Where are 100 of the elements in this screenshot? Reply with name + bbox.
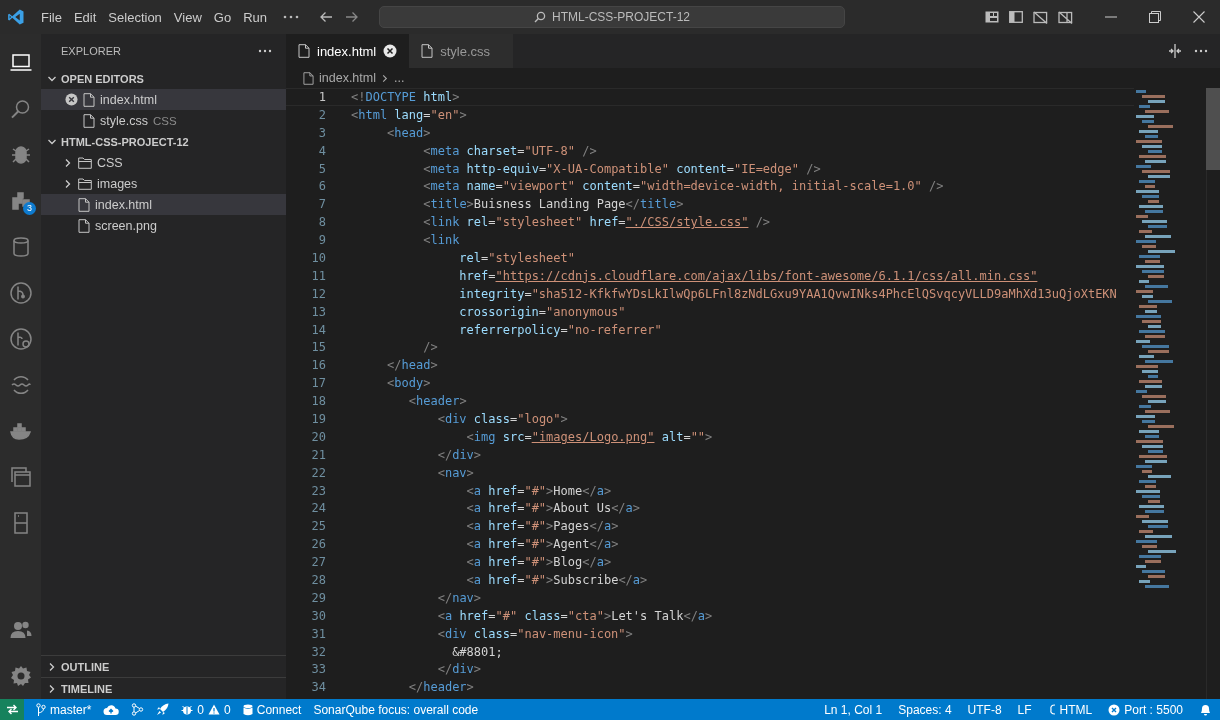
line-number: 34 <box>310 680 326 695</box>
line-number: 30 <box>310 608 326 623</box>
more-icon[interactable] <box>1194 49 1208 53</box>
line-number: 17 <box>310 376 326 391</box>
panel-toggle-icon[interactable] <box>1033 10 1048 24</box>
settings-icon[interactable] <box>8 664 33 688</box>
section-header[interactable]: HTML-CSS-PROJECT-12 <box>41 131 286 152</box>
cloud-upload-icon[interactable] <box>103 704 120 715</box>
file-name: style.css <box>100 113 148 128</box>
file-icon <box>78 218 90 233</box>
line-number: 18 <box>310 394 326 409</box>
bell-icon[interactable] <box>1199 703 1212 716</box>
editor-tab[interactable]: style.css <box>409 34 514 68</box>
more-icon[interactable] <box>283 15 299 19</box>
line-number: 15 <box>310 340 326 355</box>
scrollbar-thumb[interactable] <box>1206 88 1220 170</box>
line-number: 27 <box>310 555 326 570</box>
code-line: <link rel="stylesheet" href="./CSS/style.css" /> <box>422 215 771 230</box>
line-number: 32 <box>310 644 326 659</box>
file-icon <box>298 44 310 58</box>
folder-item[interactable]: images <box>41 173 286 194</box>
close-icon[interactable] <box>383 44 398 58</box>
branch-gear-icon <box>8 327 33 351</box>
status-item[interactable]: SonarQube focus: overall code <box>313 702 479 717</box>
line-number: 6 <box>317 179 326 194</box>
branch-icon <box>36 703 46 716</box>
command-search-field[interactable]: HTML-CSS-PROJECT-12 <box>379 6 845 28</box>
close-icon[interactable] <box>1193 11 1205 23</box>
warning-icon <box>208 704 221 715</box>
line-number: 16 <box>310 358 326 373</box>
code-line: <body> <box>386 376 431 391</box>
remote-button[interactable] <box>0 699 24 720</box>
connect-status[interactable]: Connect <box>242 702 302 717</box>
language-status[interactable]: HTML <box>1047 702 1093 717</box>
line-number: 33 <box>310 662 326 677</box>
editor-tab[interactable]: index.html <box>286 34 410 68</box>
remote-icon <box>5 704 19 715</box>
line-number: 26 <box>310 537 326 552</box>
code-line: <meta charset="UTF-8" /> <box>422 143 597 158</box>
more-icon[interactable] <box>258 49 272 53</box>
file-name: index.html <box>100 92 157 107</box>
status-item[interactable]: Spaces: 4 <box>898 702 952 717</box>
code-line: href="https://cdnjs.cloudflare.com/ajax/libs/font-awesome/6.1.1/css/all.min.css" <box>458 268 1038 283</box>
rocket-icon[interactable] <box>156 703 170 716</box>
activity-item[interactable]: 3 <box>0 178 41 224</box>
file-name: images <box>97 176 138 191</box>
status-item[interactable]: Ln 1, Col 1 <box>824 702 883 717</box>
tree-item[interactable]: screen.png <box>41 215 286 236</box>
folder-item[interactable]: CSS <box>41 152 286 173</box>
live-server-status[interactable]: Port : 5500 <box>1108 702 1183 717</box>
code-line: <div class="nav-menu-icon"> <box>436 626 633 641</box>
status-item[interactable]: LF <box>1017 702 1032 717</box>
menu-item[interactable]: Run <box>237 6 273 28</box>
code-line: <header> <box>407 394 467 409</box>
menu-item[interactable]: View <box>167 6 208 28</box>
problems-status[interactable]: 0 0 <box>181 702 231 717</box>
menu-item[interactable]: Go <box>207 6 238 28</box>
code-line: <link <box>422 233 460 248</box>
git-graph-icon[interactable] <box>131 703 145 716</box>
tree-item[interactable]: index.html <box>41 194 286 215</box>
code-line: <meta http-equiv="X-UA-Compatible" content="IE=edge" /> <box>422 161 821 176</box>
restore-icon[interactable] <box>1149 11 1161 23</box>
secondary-sidebar-toggle-icon[interactable] <box>1058 10 1073 24</box>
menu-item[interactable]: File <box>35 6 68 28</box>
line-number: 31 <box>310 626 326 641</box>
code-line: crossorigin="anonymous" <box>458 304 626 319</box>
open-editor-item[interactable]: index.html <box>41 89 286 110</box>
code-line: <a href="#">Agent</a> <box>465 537 619 552</box>
menu-item[interactable]: Edit <box>67 6 103 28</box>
file-name: CSS <box>97 155 123 170</box>
line-number: 19 <box>310 411 326 426</box>
menu-item[interactable]: Selection <box>102 6 168 28</box>
layout-icon[interactable] <box>985 11 999 23</box>
line-number: 28 <box>310 573 326 587</box>
file-icon <box>78 197 90 212</box>
code-line: <a href="#">Home</a> <box>465 483 612 498</box>
line-number: 24 <box>310 501 326 516</box>
section-header[interactable]: OUTLINE <box>41 655 286 677</box>
code-line: <meta name="viewport" content="width=device-width, initial-scale=1.0" /> <box>422 179 944 194</box>
branch-status[interactable]: master* <box>36 702 92 717</box>
sidebar-toggle-icon[interactable] <box>1009 11 1023 23</box>
line-number: 5 <box>317 161 326 176</box>
breadcrumb[interactable]: ... <box>394 71 405 85</box>
line-number: 20 <box>310 429 326 444</box>
line-number: 8 <box>317 215 326 230</box>
open-editor-item[interactable]: style.css CSS <box>41 110 286 131</box>
forward-arrow-icon[interactable] <box>345 11 359 23</box>
breadcrumb[interactable]: index.html <box>319 71 376 85</box>
line-number: 10 <box>310 250 326 265</box>
status-item[interactable]: UTF-8 <box>967 702 1002 717</box>
back-arrow-icon[interactable] <box>319 11 333 23</box>
file-name: screen.png <box>95 218 157 233</box>
line-number: 13 <box>310 304 326 319</box>
line-number: 7 <box>317 197 326 212</box>
line-number: 21 <box>310 447 326 462</box>
section-header[interactable]: OPEN EDITORS <box>41 68 286 89</box>
close-icon[interactable] <box>65 93 78 106</box>
badge: 3 <box>23 202 36 215</box>
file-icon <box>421 44 434 58</box>
split-editor-icon[interactable] <box>1168 44 1182 58</box>
